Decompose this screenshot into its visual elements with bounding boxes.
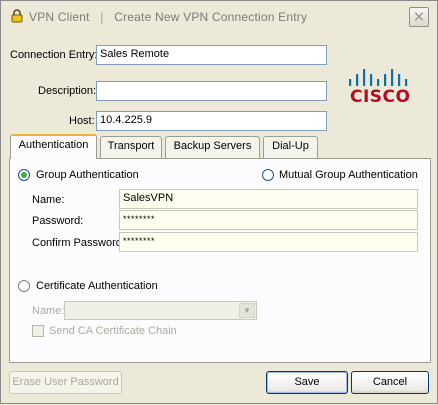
certificate-auth-label: Certificate Authentication	[36, 280, 158, 292]
confirm-password-field[interactable]: ********	[119, 232, 418, 252]
group-auth-label: Group Authentication	[36, 169, 139, 181]
send-ca-chain-label: Send CA Certificate Chain	[49, 325, 177, 337]
send-ca-chain-checkbox[interactable]	[32, 325, 44, 337]
group-name-label: Name:	[32, 194, 65, 206]
certificate-auth-radio[interactable]	[18, 280, 30, 292]
authentication-content: Group Authentication Mutual Group Authen…	[1, 1, 438, 405]
mutual-group-auth-label: Mutual Group Authentication	[279, 169, 418, 181]
mutual-group-auth-radio[interactable]	[262, 169, 274, 181]
certificate-name-combo[interactable]: ▼	[64, 301, 257, 320]
certificate-name-label: Name:	[32, 305, 65, 317]
group-name-field[interactable]: SalesVPN	[119, 189, 418, 209]
group-auth-radio[interactable]	[18, 169, 30, 181]
password-label: Password:	[32, 215, 84, 227]
chevron-down-icon[interactable]: ▼	[239, 303, 255, 318]
vpn-connection-dialog: VPN Client | Create New VPN Connection E…	[0, 0, 438, 404]
confirm-password-label: Confirm Password:	[32, 237, 125, 249]
password-field[interactable]: ********	[119, 210, 418, 230]
